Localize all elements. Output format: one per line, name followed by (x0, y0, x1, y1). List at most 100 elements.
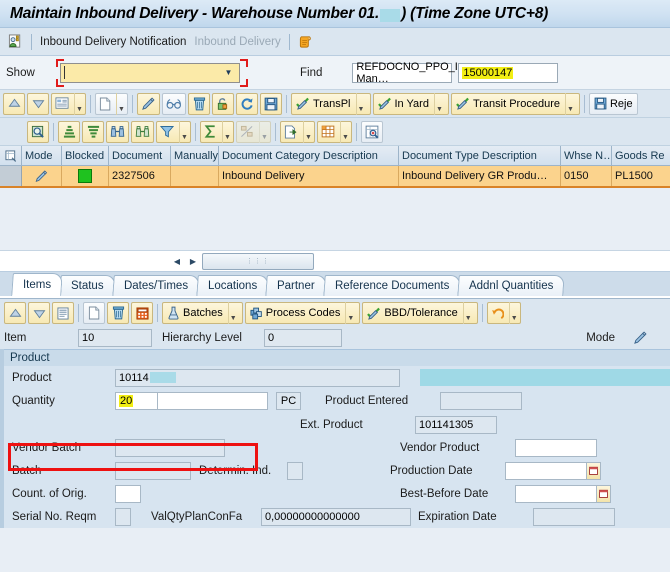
find-input[interactable]: 15000147 (458, 62, 559, 83)
calendar-icon-production[interactable] (587, 461, 601, 480)
batch-input[interactable] (115, 461, 191, 480)
item-down-button[interactable] (28, 302, 50, 324)
batches-button[interactable]: Batches ▼ (162, 302, 243, 324)
valqty-input[interactable]: 0,00000000000000 (261, 507, 411, 526)
expiration-date-input[interactable] (533, 507, 615, 526)
item-input[interactable]: 10 (78, 329, 152, 347)
delete-button[interactable] (188, 92, 210, 115)
scroll-track[interactable] (316, 254, 670, 269)
reject-button[interactable]: Reje (588, 92, 638, 115)
column-header-mode[interactable]: Mode (22, 146, 62, 165)
determin-ind-input[interactable] (287, 461, 303, 480)
pencil-icon-mode[interactable] (633, 331, 648, 345)
tab-partner[interactable]: Partner (265, 275, 327, 296)
find-button[interactable] (106, 120, 129, 143)
hierarchy-level-input[interactable]: 0 (264, 329, 342, 347)
row-mode-cell[interactable] (22, 166, 62, 186)
row-whse-no-cell[interactable]: 0150 (561, 166, 612, 186)
layout-button[interactable]: ▼ (317, 120, 352, 143)
sort-descending-button[interactable] (82, 120, 104, 143)
chevron-down-icon-filter[interactable]: ▼ (179, 120, 189, 143)
tab-reference-documents[interactable]: Reference Documents (323, 275, 461, 296)
product-entered-input[interactable] (440, 392, 522, 410)
chevron-down-icon-layout[interactable]: ▼ (340, 120, 350, 143)
row-doc-category-cell[interactable]: Inbound Delivery (219, 166, 399, 186)
display-list-button[interactable]: ▼ (51, 92, 86, 115)
grid-horizontal-scrollbar[interactable]: ◀ ▶ ⋮⋮⋮ (0, 250, 670, 272)
detail-button[interactable] (361, 120, 383, 143)
quantity-input-ext[interactable] (158, 392, 268, 410)
vendor-product-input[interactable] (515, 438, 597, 457)
find-criteria-select[interactable]: REFDOCNO_PPO_I Man… ▼ (352, 61, 466, 85)
table-row[interactable]: 2327506 Inbound Delivery Inbound Deliver… (0, 166, 670, 188)
row-goods-re-cell[interactable]: PL1500 (612, 166, 670, 186)
in-yard-button[interactable]: In Yard ▼ (372, 92, 449, 115)
transit-procedure-button[interactable]: Transit Procedure ▼ (450, 92, 580, 115)
row-selector[interactable] (0, 166, 22, 186)
column-header-doc-type[interactable]: Document Type Description (399, 146, 561, 165)
best-before-input[interactable] (515, 484, 597, 503)
count-orig-input[interactable] (115, 484, 141, 503)
sort-ascending-button[interactable] (58, 120, 80, 143)
chevron-down-icon-transpl[interactable]: ▼ (355, 92, 366, 115)
calendar-icon-bbd[interactable] (597, 484, 611, 503)
vendor-batch-input[interactable] (115, 438, 225, 457)
column-header-blocked[interactable]: Blocked (62, 146, 109, 165)
select-all-icon[interactable] (0, 146, 22, 165)
production-date-input[interactable] (505, 461, 587, 480)
column-header-goods-re[interactable]: Goods Re (612, 146, 670, 165)
transport-plan-button[interactable]: TransPl ▼ (291, 92, 371, 115)
move-down-button[interactable] (27, 92, 49, 115)
product-input[interactable]: 10114 (115, 368, 400, 387)
process-codes-button[interactable]: Process Codes ▼ (244, 302, 361, 324)
row-manually-cell[interactable] (171, 166, 219, 186)
unlock-button[interactable] (212, 92, 234, 115)
tab-locations[interactable]: Locations (196, 275, 269, 296)
quantity-input[interactable]: 20 (115, 392, 158, 410)
chevron-down-icon-export[interactable]: ▼ (303, 120, 313, 143)
chevron-down-icon-subtotal[interactable]: ▼ (259, 120, 269, 143)
column-header-doc-category[interactable]: Document Category Description (219, 146, 399, 165)
edit-button[interactable] (137, 92, 160, 115)
row-blocked-cell[interactable] (62, 166, 109, 186)
item-create-button[interactable] (83, 302, 105, 324)
quantity-unit-field[interactable]: PC (276, 392, 301, 410)
undo-button[interactable]: ▼ (486, 302, 521, 324)
scroll-right-icon[interactable]: ▶ (186, 254, 200, 268)
item-up-button[interactable] (4, 302, 26, 324)
subtotal-button[interactable]: ▼ (236, 120, 271, 143)
link-inbound-delivery[interactable]: Inbound Delivery (194, 36, 280, 48)
tab-status[interactable]: Status (59, 275, 116, 296)
chevron-down-icon-inyard[interactable]: ▼ (433, 92, 444, 115)
link-inbound-delivery-notification[interactable]: Inbound Delivery Notification (40, 36, 186, 48)
scroll-document-icon[interactable] (298, 34, 314, 49)
column-header-whse-no[interactable]: Whse N… (561, 146, 612, 165)
bbd-tolerance-button[interactable]: BBD/Tolerance ▼ (362, 302, 478, 324)
create-button[interactable]: ▼ (95, 92, 128, 115)
chevron-down-icon-process[interactable]: ▼ (345, 302, 355, 324)
chevron-down-icon-list[interactable]: ▼ (74, 92, 84, 115)
total-button[interactable]: ▼ (200, 120, 234, 143)
tab-items[interactable]: Items (11, 273, 63, 296)
item-calculator-button[interactable] (131, 302, 153, 324)
column-header-document[interactable]: Document (109, 146, 171, 165)
chevron-down-icon-create[interactable]: ▼ (116, 92, 126, 115)
row-doc-type-cell[interactable]: Inbound Delivery GR Produ… (399, 166, 561, 186)
chevron-down-icon-batches[interactable]: ▼ (227, 302, 238, 324)
serial-no-reqm-input[interactable] (115, 507, 131, 526)
find-document-button[interactable] (27, 120, 49, 143)
chevron-down-icon-bbd[interactable]: ▼ (462, 302, 473, 324)
item-list-button[interactable] (52, 302, 74, 324)
chevron-down-icon-transit[interactable]: ▼ (564, 92, 575, 115)
tab-addnl-quantities[interactable]: Addnl Quantities (457, 275, 566, 296)
chevron-down-icon[interactable]: ▼ (221, 64, 236, 82)
tab-dates-times[interactable]: Dates/Times (112, 275, 200, 296)
row-document-cell[interactable]: 2327506 (109, 166, 171, 186)
item-delete-button[interactable] (107, 302, 129, 324)
show-input[interactable]: ▼ (60, 62, 240, 83)
scroll-left-icon[interactable]: ◀ (170, 254, 184, 268)
ext-product-input[interactable]: 101141305 (415, 415, 497, 434)
scroll-thumb[interactable]: ⋮⋮⋮ (202, 252, 314, 270)
chevron-down-icon-undo[interactable]: ▼ (508, 302, 519, 324)
move-up-button[interactable] (3, 92, 25, 115)
